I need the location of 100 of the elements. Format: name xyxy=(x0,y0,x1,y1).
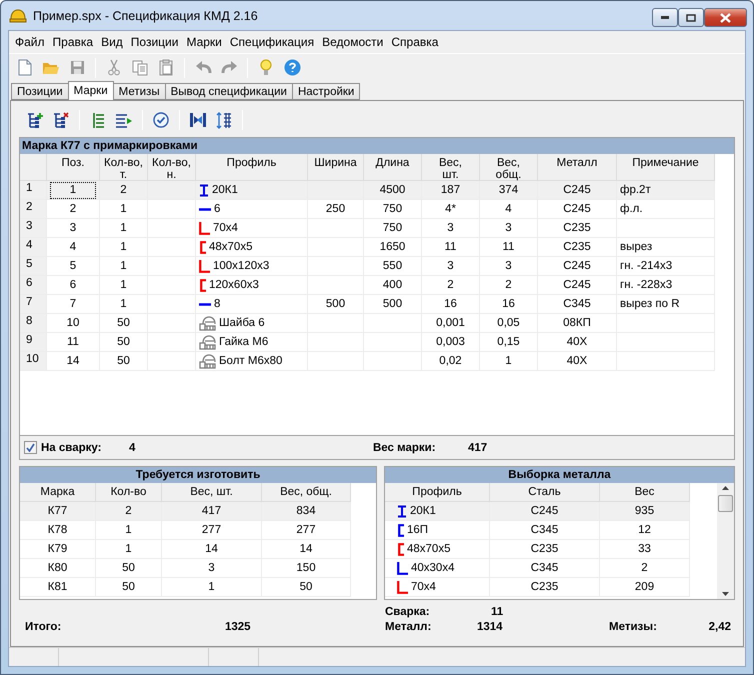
table-cell: 4 xyxy=(47,238,100,257)
table-cell: гн. -214x3 xyxy=(617,257,715,276)
table-cell: 14 xyxy=(262,540,351,559)
total-value: 1325 xyxy=(225,620,251,632)
table-cell: 1 xyxy=(96,540,162,559)
profile-name: 70x4 xyxy=(213,222,238,234)
table-cell: 0,15 xyxy=(480,333,538,352)
table-cell: 2 xyxy=(100,181,148,200)
table-cell: 374 xyxy=(480,181,538,200)
row-number: 10 xyxy=(20,352,47,371)
table-cell: 2 xyxy=(96,502,162,521)
column-header: Профиль xyxy=(196,154,308,181)
hardware-total-value: 2,42 xyxy=(708,620,731,632)
table-cell: 1650 xyxy=(364,238,422,257)
profile-name: 40x30x4 xyxy=(411,562,454,574)
row-number: 6 xyxy=(20,276,47,295)
menu-item[interactable]: Правка xyxy=(48,35,98,49)
table-cell: 50 xyxy=(100,333,148,352)
weld-total-label: Сварка: xyxy=(385,606,431,618)
table-cell: 187 xyxy=(422,181,480,200)
total-label: Итого: xyxy=(25,620,62,632)
mark-weight-label: Вес марки: xyxy=(373,442,437,454)
table-cell: 11 xyxy=(480,238,538,257)
column-header: Марка xyxy=(20,483,96,502)
menu-item[interactable]: Файл xyxy=(11,35,49,49)
menu-item[interactable]: Справка xyxy=(387,35,442,49)
row-number: 4 xyxy=(20,238,47,257)
row-number: 8 xyxy=(20,314,47,333)
table-cell: 50 xyxy=(96,578,162,597)
profile-name: Гайка М6 xyxy=(219,336,268,348)
table-cell: 50 xyxy=(100,352,148,371)
mark-weight-value: 417 xyxy=(468,442,488,454)
table-cell: 500 xyxy=(364,295,422,314)
focused-cell[interactable]: 1 xyxy=(50,182,96,198)
table-cell: 50 xyxy=(100,314,148,333)
tab[interactable]: Позиции xyxy=(11,83,69,100)
table-cell: С245 xyxy=(538,200,617,219)
tab[interactable]: Метизы xyxy=(112,83,166,100)
profile-name: Шайба 6 xyxy=(219,317,265,329)
column-header: Длина xyxy=(364,154,422,181)
menu-item[interactable]: Позиции xyxy=(126,35,182,49)
row-number: 7 xyxy=(20,295,47,314)
table-cell: 3 xyxy=(162,559,262,578)
table-cell: 750 xyxy=(364,200,422,219)
window-title: Пример.spx - Спецификация КМД 2.16 xyxy=(33,8,259,22)
table-cell: 1 xyxy=(100,238,148,257)
table-cell: гн. -228x3 xyxy=(617,276,715,295)
table-cell: 2 xyxy=(422,276,480,295)
table-cell: 50 xyxy=(262,578,351,597)
table-cell: К78 xyxy=(20,521,96,540)
table-cell: 2 xyxy=(600,559,690,578)
panel-title: Марка К77 с примаркировками xyxy=(20,138,734,154)
table-cell: 750 xyxy=(364,219,422,238)
table-cell: 50 xyxy=(96,559,162,578)
table-cell: 277 xyxy=(262,521,351,540)
table-cell: 1 xyxy=(100,276,148,295)
profile-name: 48x70x5 xyxy=(209,241,252,253)
table-cell: 1 xyxy=(480,352,538,371)
menu-item[interactable]: Марки xyxy=(182,35,226,49)
table-cell: С235 xyxy=(538,238,617,257)
table-cell: 935 xyxy=(600,502,690,521)
table-cell: фр.2т xyxy=(617,181,715,200)
profile-name: 70x4 xyxy=(411,581,436,593)
profile-name: 100x120x3 xyxy=(213,260,270,272)
profile-name: 6 xyxy=(214,203,220,215)
table-cell: 1 xyxy=(162,578,262,597)
profile-name: 48x70x5 xyxy=(407,543,450,555)
table-cell: 550 xyxy=(364,257,422,276)
table-cell: 1 xyxy=(100,200,148,219)
table-cell: 11 xyxy=(422,238,480,257)
tab[interactable]: Вывод спецификации xyxy=(164,83,293,100)
table-cell: вырез по R xyxy=(617,295,715,314)
table-cell: С245 xyxy=(490,502,600,521)
table-cell: 0,001 xyxy=(422,314,480,333)
column-header: Поз. xyxy=(47,154,100,181)
column-header: Кол-во, н. xyxy=(148,154,196,181)
table-cell: 14 xyxy=(47,352,100,371)
table-cell: 0,003 xyxy=(422,333,480,352)
table-cell: 3 xyxy=(422,219,480,238)
menu-item[interactable]: Ведомости xyxy=(318,35,388,49)
table-cell: С345 xyxy=(490,521,600,540)
menu-item[interactable]: Вид xyxy=(97,35,127,49)
column-header: Профиль xyxy=(385,483,490,502)
table-cell: 3 xyxy=(480,257,538,276)
table-cell: С245 xyxy=(538,181,617,200)
table-cell: К80 xyxy=(20,559,96,578)
table-cell: 5 xyxy=(47,257,100,276)
column-header: Металл xyxy=(538,154,617,181)
table-cell: 834 xyxy=(262,502,351,521)
table-cell: 4500 xyxy=(364,181,422,200)
tab[interactable]: Марки xyxy=(68,81,114,100)
tab[interactable]: Настройки xyxy=(292,83,360,100)
hardware-total-label: Метизы: xyxy=(609,620,657,632)
row-number: 9 xyxy=(20,333,47,352)
column-header: Сталь xyxy=(490,483,600,502)
weld-value: 4 xyxy=(129,442,136,454)
table-cell: 0,05 xyxy=(480,314,538,333)
table-cell: 16 xyxy=(480,295,538,314)
column-header: Вес, шт. xyxy=(162,483,262,502)
menu-item[interactable]: Спецификация xyxy=(226,35,318,49)
